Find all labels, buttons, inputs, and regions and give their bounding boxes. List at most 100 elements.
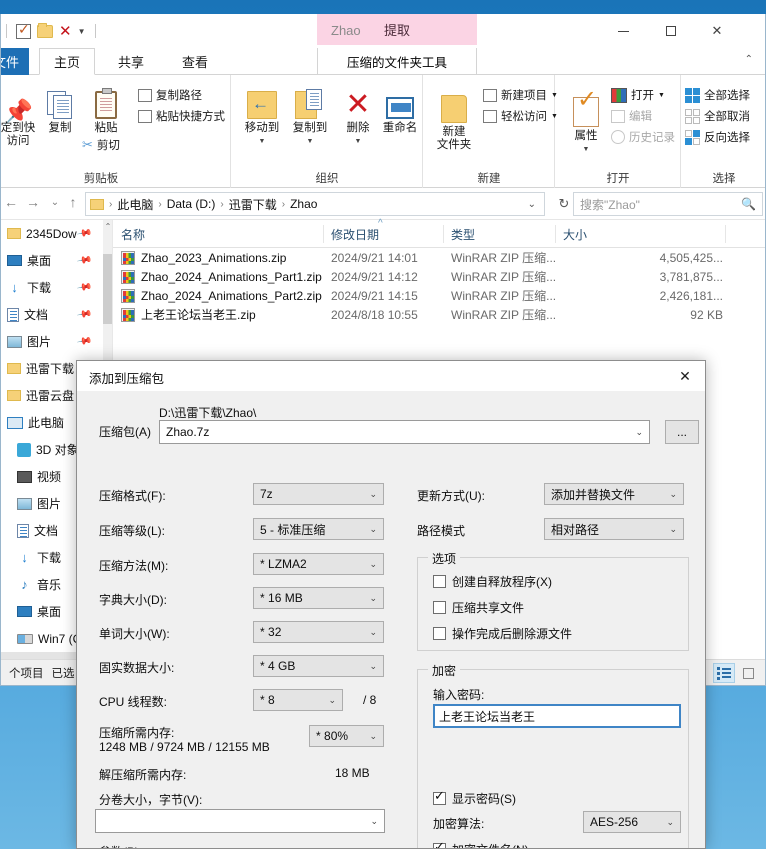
- column-divider[interactable]: [725, 225, 726, 243]
- table-row[interactable]: 上老王论坛当老王.zip 2024/8/18 10:55 WinRAR ZIP 压缩…: [113, 305, 765, 324]
- encrypt-filenames-checkbox[interactable]: 加密文件名(N): [433, 839, 529, 848]
- open-button[interactable]: 打开 ▼: [611, 87, 665, 103]
- show-password-checkbox[interactable]: 显示密码(S): [433, 788, 516, 807]
- archive-name-input[interactable]: Zhao.7z ⌄: [159, 420, 650, 444]
- password-value: 上老王论坛当老王: [439, 709, 536, 724]
- breadcrumb-separator[interactable]: ›: [158, 199, 161, 210]
- nav-item-4[interactable]: 图片 📌: [1, 328, 112, 355]
- rename-button[interactable]: 重命名: [373, 81, 427, 135]
- table-row[interactable]: Zhao_2024_Animations_Part1.zip 2024/9/21 …: [113, 267, 765, 286]
- breadcrumb-item-this-pc[interactable]: 此电脑: [114, 196, 156, 213]
- maximize-button[interactable]: [649, 14, 693, 48]
- refresh-button[interactable]: ↻: [553, 193, 575, 215]
- breadcrumb-separator[interactable]: ›: [220, 199, 223, 210]
- nav-item-2[interactable]: ↓ 下载 📌: [1, 274, 112, 301]
- open-menu-icon[interactable]: ▼: [658, 92, 665, 99]
- red-x-icon[interactable]: ✕: [59, 24, 72, 39]
- compression-method-select[interactable]: * LZMA2 ⌄: [253, 553, 384, 575]
- breadcrumb-separator[interactable]: ›: [282, 199, 285, 210]
- new-item-button[interactable]: 新建项目 ▼: [483, 87, 558, 103]
- paste-shortcut-button[interactable]: 粘贴快捷方式: [138, 108, 225, 124]
- invert-selection-button[interactable]: 反向选择: [685, 129, 750, 145]
- copy-path-button[interactable]: 复制路径: [138, 87, 202, 103]
- breadcrumb-item-zhao[interactable]: Zhao: [287, 197, 320, 211]
- copy-to-menu-icon[interactable]: ▼: [283, 135, 337, 148]
- create-sfx-checkbox[interactable]: 创建自释放程序(X): [433, 573, 552, 590]
- dialog-close-button[interactable]: ✕: [665, 361, 705, 391]
- chevron-down-icon[interactable]: ⌄: [370, 816, 378, 827]
- ribbon-tab-view[interactable]: 查看: [167, 48, 223, 75]
- scroll-up-icon[interactable]: ⌃: [103, 220, 112, 234]
- volume-size-input[interactable]: ⌄: [95, 809, 385, 833]
- nav-item-3[interactable]: 文档 📌: [1, 301, 112, 328]
- update-mode-select[interactable]: 添加并替换文件 ⌄: [544, 483, 684, 505]
- copy-to-button[interactable]: 复制到 ▼: [283, 81, 337, 148]
- pin-icon[interactable]: 📌: [76, 225, 93, 241]
- nav-item-1[interactable]: 桌面 📌: [1, 247, 112, 274]
- close-button[interactable]: ✕: [695, 14, 739, 48]
- history-button[interactable]: 历史记录: [611, 129, 675, 145]
- ribbon-tab-share[interactable]: 共享: [103, 48, 159, 75]
- dictionary-size-select[interactable]: * 16 MB ⌄: [253, 587, 384, 609]
- recent-locations-button[interactable]: ⌄: [45, 197, 65, 208]
- path-mode-select[interactable]: 相对路径 ⌄: [544, 518, 684, 540]
- select-none-button[interactable]: 全部取消: [685, 108, 750, 124]
- memory-percent-select[interactable]: * 80% ⌄: [309, 725, 384, 747]
- paste-shortcut-icon: [138, 109, 152, 123]
- delete-after-compression-checkbox[interactable]: 操作完成后删除源文件: [433, 625, 572, 642]
- cut-button[interactable]: ✂ 剪切: [82, 137, 120, 153]
- column-header-size[interactable]: 大小: [555, 220, 725, 248]
- pin-icon[interactable]: 📌: [76, 333, 93, 349]
- browse-button[interactable]: ...: [665, 420, 699, 444]
- collapse-ribbon-icon[interactable]: ⌃: [745, 54, 753, 65]
- cpu-threads-select[interactable]: * 8 ⌄: [253, 689, 343, 711]
- breadcrumb-item-data-d[interactable]: Data (D:): [164, 197, 219, 211]
- minimize-button[interactable]: [601, 14, 645, 48]
- archive-format-select[interactable]: 7z ⌄: [253, 483, 384, 505]
- word-size-select[interactable]: * 32 ⌄: [253, 621, 384, 643]
- breadcrumb[interactable]: › 此电脑 › Data (D:) › 迅雷下载 › Zhao ⌄: [85, 192, 545, 216]
- table-row[interactable]: Zhao_2024_Animations_Part2.zip 2024/9/21 …: [113, 286, 765, 305]
- chevron-down-icon[interactable]: ⌄: [635, 427, 643, 438]
- move-to-button[interactable]: ← 移动到 ▼: [235, 81, 289, 148]
- pin-icon[interactable]: 📌: [76, 252, 93, 268]
- details-view-button[interactable]: [713, 663, 735, 683]
- breadcrumb-item-xunlei-download[interactable]: 迅雷下载: [226, 196, 280, 213]
- new-folder-label-line1: 新建: [442, 126, 466, 138]
- ribbon-tab-home[interactable]: 主页: [39, 48, 95, 75]
- password-input[interactable]: 上老王论坛当老王: [433, 704, 681, 728]
- column-header-type[interactable]: 类型: [443, 220, 555, 248]
- properties-button[interactable]: 属性 ▼: [559, 89, 613, 156]
- up-button[interactable]: ↑: [63, 194, 83, 210]
- column-header-date[interactable]: 修改日期: [323, 220, 443, 248]
- ribbon-tab-file[interactable]: 文件: [1, 48, 29, 75]
- properties-menu-icon[interactable]: ▼: [559, 143, 613, 156]
- compress-shared-files-checkbox[interactable]: 压缩共享文件: [433, 599, 524, 616]
- pin-icon[interactable]: 📌: [76, 306, 93, 322]
- edit-button[interactable]: 编辑: [611, 108, 652, 124]
- select-all-button[interactable]: 全部选择: [685, 87, 750, 103]
- paste-button[interactable]: 粘贴: [79, 81, 133, 135]
- nav-item-0[interactable]: 2345Dow 📌: [1, 220, 112, 247]
- pin-icon[interactable]: 📌: [76, 279, 93, 295]
- move-to-menu-icon[interactable]: ▼: [235, 135, 289, 148]
- search-input[interactable]: 搜索"Zhao" 🔍: [573, 192, 763, 216]
- encryption-method-select[interactable]: AES-256 ⌄: [583, 811, 681, 833]
- large-icons-view-button[interactable]: [737, 663, 759, 683]
- contextual-tab-group-label-container[interactable]: 压缩的文件夹工具: [317, 48, 477, 75]
- folder-icon[interactable]: [37, 22, 53, 38]
- forward-button[interactable]: →: [23, 194, 43, 210]
- table-row[interactable]: Zhao_2023_Animations.zip 2024/9/21 14:01 W…: [113, 248, 765, 267]
- check-icon[interactable]: [16, 21, 31, 39]
- solid-block-size-select[interactable]: * 4 GB ⌄: [253, 655, 384, 677]
- navigation-scrollbar-thumb[interactable]: [103, 254, 112, 324]
- chevron-down-icon[interactable]: ▼: [78, 27, 86, 36]
- new-folder-button[interactable]: 新建 文件夹: [427, 85, 481, 152]
- ribbon-tab-strip: 文件 主页 共享 查看 压缩的文件夹工具 ⌃: [1, 48, 765, 75]
- column-header-name[interactable]: 名称: [113, 220, 323, 248]
- compression-level-select[interactable]: 5 - 标准压缩 ⌄: [253, 518, 384, 540]
- breadcrumb-dropdown-icon[interactable]: ⌄: [528, 199, 540, 210]
- easy-access-button[interactable]: 轻松访问 ▼: [483, 108, 558, 124]
- delete-menu-icon[interactable]: ▼: [331, 135, 385, 148]
- back-button[interactable]: ←: [1, 194, 21, 210]
